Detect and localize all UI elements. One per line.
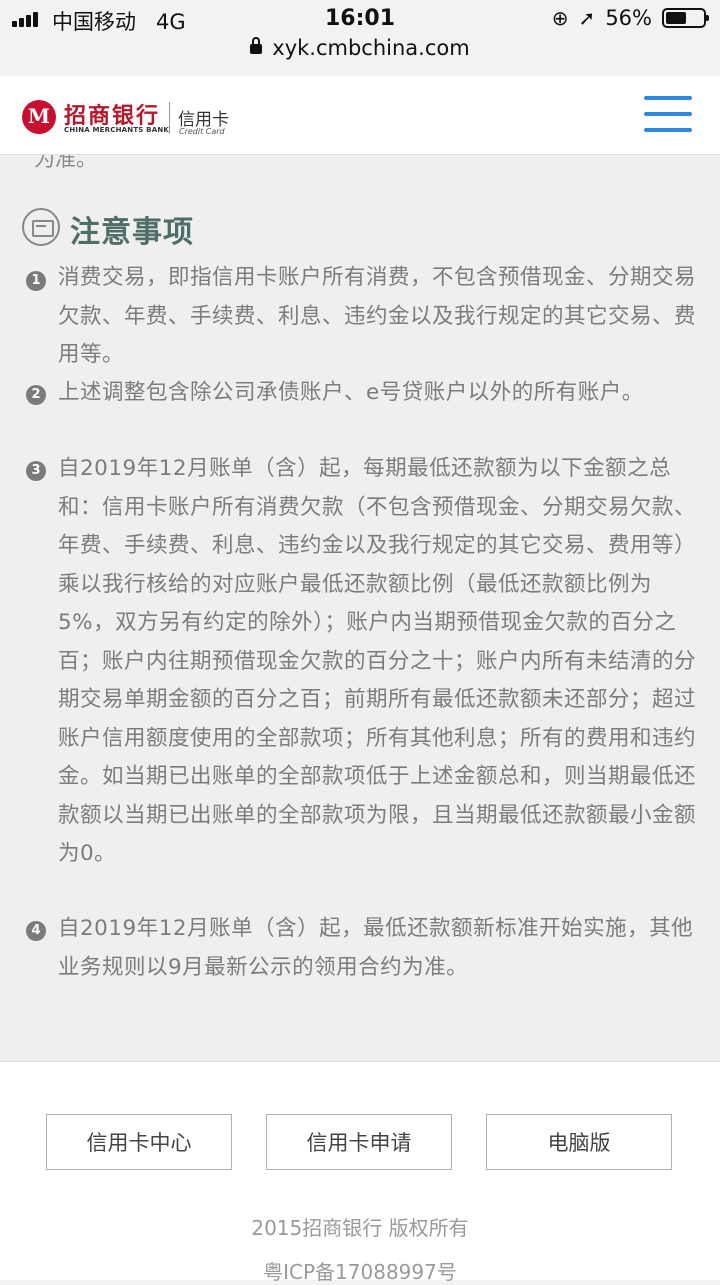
item-number-3-icon: 3: [26, 461, 46, 481]
url-bar[interactable]: xyk.cmbchina.com: [0, 36, 720, 76]
notice-item-2: 上述调整包含除公司承债账户、e号贷账户以外的所有账户。: [58, 380, 644, 405]
status-bar: 中国移动 4G 16:01 ⊕ ➚ 56%: [0, 0, 720, 36]
notice-item-3: 自2019年12月账单（含）起，每期最低还款额为以下金额之总和：信用卡账户所有消…: [58, 456, 697, 866]
item-number-2-icon: 2: [26, 385, 46, 405]
location-arrow-icon: ➚: [578, 6, 596, 30]
notice-item-4: 自2019年12月账单（含）起，最低还款额新标准开始实施，其他业务规则以9月最新…: [58, 916, 694, 980]
copyright-text: 2015招商银行 版权所有: [251, 1216, 469, 1240]
url-text: xyk.cmbchina.com: [272, 36, 470, 60]
battery-fill: [666, 12, 687, 24]
logo-english-name: CHINA MERCHANTS BANK: [64, 126, 170, 134]
logo-divider: [169, 102, 170, 134]
logo-credit-card-english: Credit Card: [179, 127, 225, 136]
hamburger-menu-icon[interactable]: [640, 94, 696, 134]
battery-icon: [662, 8, 709, 28]
rotation-lock-icon: ⊕: [551, 6, 569, 30]
battery-percent: 56%: [605, 6, 652, 30]
credit-card-center-button[interactable]: 信用卡中心: [46, 1114, 232, 1170]
notice-content: 为准。 注意事项 1 消费交易，即指信用卡账户所有消费，不包含预借现金、分期交易…: [0, 155, 720, 1061]
icp-license-text[interactable]: 粤ICP备17088997号: [0, 1256, 720, 1285]
section-title: 注意事项: [70, 215, 194, 250]
notice-card-icon: [22, 208, 60, 246]
status-right: ⊕ ➚ 56%: [551, 6, 709, 30]
cut-off-text: 为准。: [34, 155, 97, 171]
item-number-1-icon: 1: [26, 271, 46, 291]
cmb-logo-icon[interactable]: [22, 100, 56, 134]
item-number-4-icon: 4: [26, 921, 46, 941]
footer: [0, 1062, 720, 1280]
notice-item-1: 消费交易，即指信用卡账户所有消费，不包含预借现金、分期交易欠款、年费、手续费、利…: [58, 265, 697, 367]
lock-icon: [250, 37, 263, 54]
desktop-version-button[interactable]: 电脑版: [486, 1114, 672, 1170]
credit-card-apply-button[interactable]: 信用卡申请: [266, 1114, 452, 1170]
